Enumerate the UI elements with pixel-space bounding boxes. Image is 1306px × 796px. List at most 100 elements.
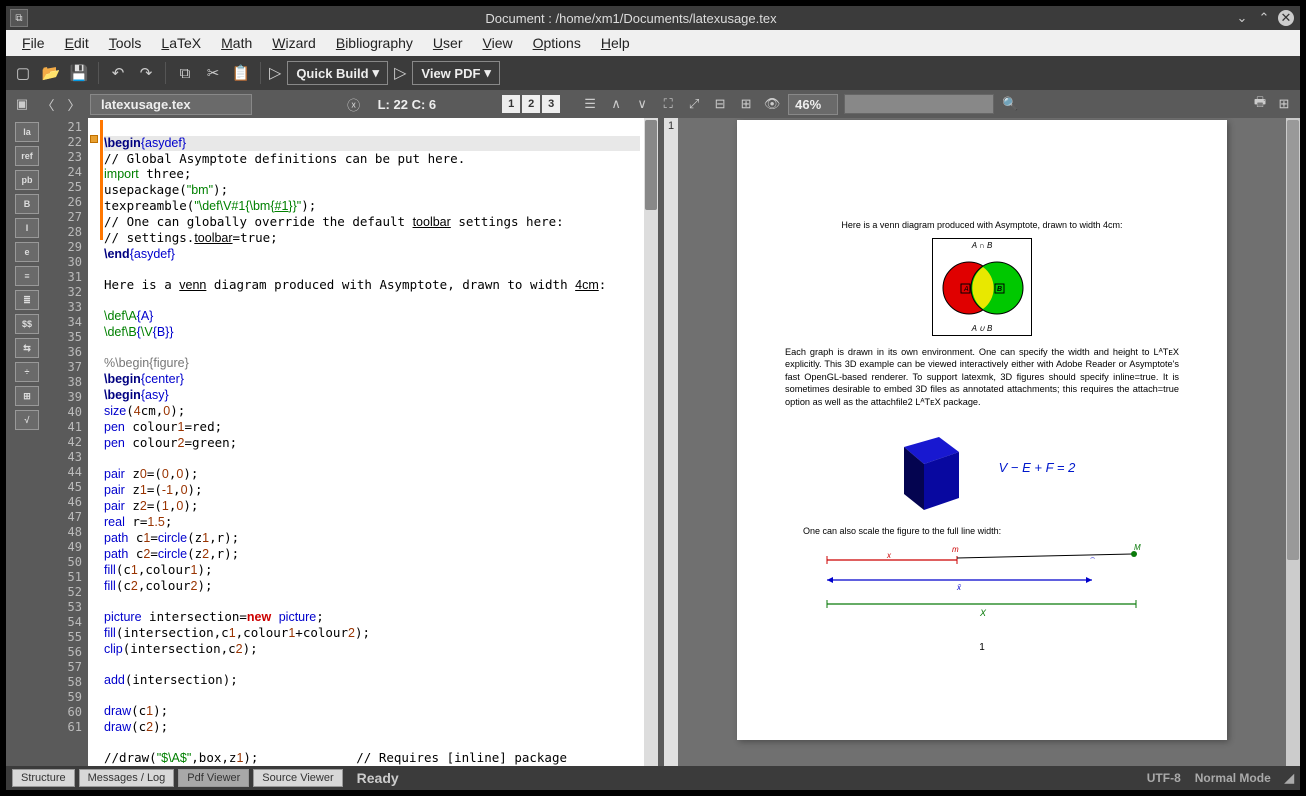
venn-top-label: A ∩ B [933, 241, 1031, 250]
nav-back-icon[interactable]: 〈 [38, 94, 58, 114]
line-gutter: 21 22 23 24 25 26 27 28 29 30 31 32 33 3… [48, 118, 88, 766]
encoding-label[interactable]: UTF-8 [1147, 771, 1181, 785]
undo-icon[interactable]: ↶ [107, 62, 129, 84]
pdf-page: Here is a venn diagram produced with Asy… [737, 120, 1227, 740]
svg-text:⌢: ⌢ [1090, 553, 1095, 562]
open-file-icon[interactable]: 📂 [40, 62, 62, 84]
panel-2-button[interactable]: 2 [522, 95, 540, 113]
titlebar: ⧉ Document : /home/xm1/Documents/latexus… [6, 6, 1300, 30]
eye-icon[interactable]: 👁 [762, 94, 782, 114]
settings-icon[interactable]: ⊞ [1274, 94, 1294, 114]
venn-bottom-label: A ∪ B [933, 324, 1031, 333]
zoom-in-icon[interactable]: ⊞ [736, 94, 756, 114]
secondary-toolbar: ▣ 〈 〉 latexusage.tex ⓧ L: 22 C: 6 1 2 3 … [6, 90, 1300, 118]
pdf-up-icon[interactable]: ∧ [606, 94, 626, 114]
cursor-position: L: 22 C: 6 [378, 97, 437, 112]
copy-icon[interactable]: ⧉ [174, 62, 196, 84]
pdf-scrollbar[interactable] [1286, 118, 1300, 766]
left-sidebar: la ref pb BIe ≡ ≣ $$ ⇆ ÷ ⊞ √ [6, 118, 48, 766]
source-viewer-button[interactable]: Source Viewer [253, 769, 342, 787]
sidebar-tool-2[interactable]: pb [15, 170, 39, 190]
pdf-viewer-button[interactable]: Pdf Viewer [178, 769, 249, 787]
close-button[interactable]: ✕ [1278, 10, 1294, 26]
nav-forward-icon[interactable]: 〉 [64, 94, 84, 114]
sidebar-tool-0[interactable]: la [15, 122, 39, 142]
svg-text:B: B [997, 286, 1002, 293]
sidebar-tool-3[interactable]: B [15, 194, 39, 214]
pdf-search-input[interactable] [844, 94, 994, 114]
structure-button[interactable]: Structure [12, 769, 75, 787]
panel-3-button[interactable]: 3 [542, 95, 560, 113]
zoom-level[interactable]: 46% [788, 94, 838, 115]
view-pdf-button[interactable]: View PDF ▾ [412, 61, 500, 85]
close-tab-icon[interactable]: ⓧ [344, 94, 364, 114]
pdf-page-indicator: 1 [664, 118, 678, 766]
sidebar-tool-7[interactable]: ≣ [15, 290, 39, 310]
venn-diagram: A ∩ B A B A ∪ B [932, 238, 1032, 336]
toc-icon[interactable]: ☰ [580, 94, 600, 114]
menu-options[interactable]: Options [525, 33, 589, 53]
cube-svg [889, 422, 969, 512]
menu-help[interactable]: Help [593, 33, 638, 53]
menu-latex[interactable]: LaTeX [153, 33, 209, 53]
svg-text:x: x [886, 551, 892, 560]
panel-1-button[interactable]: 1 [502, 95, 520, 113]
status-corner-icon: ◢ [1285, 771, 1294, 785]
print-icon[interactable]: 🖶 [1250, 94, 1270, 114]
code-editor[interactable]: \begin{asydef} // Global Asymptote defin… [100, 118, 644, 766]
change-marker [100, 120, 103, 240]
save-file-icon[interactable]: 💾 [68, 62, 90, 84]
menu-math[interactable]: Math [213, 33, 260, 53]
pdf-scrollbar-thumb[interactable] [1287, 120, 1299, 560]
sidebar-tool-10[interactable]: ÷ [15, 362, 39, 382]
maximize-button[interactable]: ⌃ [1256, 10, 1272, 26]
mode-label[interactable]: Normal Mode [1195, 771, 1271, 785]
fit-width-icon[interactable]: ⤢ [684, 94, 704, 114]
scrollbar-thumb[interactable] [645, 120, 657, 210]
view-play-icon[interactable]: ▷ [394, 63, 406, 83]
menu-file[interactable]: File [14, 33, 53, 53]
sidebar-tool-4[interactable]: I [15, 218, 39, 238]
pdf-caption-2: One can also scale the figure to the ful… [785, 526, 1179, 536]
messages-button[interactable]: Messages / Log [79, 769, 175, 787]
sidebar-tool-8[interactable]: $$ [15, 314, 39, 334]
sidebar-tool-6[interactable]: ≡ [15, 266, 39, 286]
sidebar-tool-1[interactable]: ref [15, 146, 39, 166]
sidebar-tool-9[interactable]: ⇆ [15, 338, 39, 358]
sidebar-tool-11[interactable]: ⊞ [15, 386, 39, 406]
menu-view[interactable]: View [474, 33, 520, 53]
pdf-viewport[interactable]: Here is a venn diagram produced with Asy… [678, 118, 1286, 766]
editor-scrollbar[interactable] [644, 118, 658, 766]
quick-build-button[interactable]: Quick Build ▾ [287, 61, 388, 85]
editor-area: 21 22 23 24 25 26 27 28 29 30 31 32 33 3… [48, 118, 658, 766]
menu-wizard[interactable]: Wizard [264, 33, 324, 53]
zoom-out-icon[interactable]: ⊟ [710, 94, 730, 114]
sidebar-tool-5[interactable]: e [15, 242, 39, 262]
euler-equation: V − E + F = 2 [999, 460, 1076, 475]
sidebar-tool-12[interactable]: √ [15, 410, 39, 430]
new-file-icon[interactable]: ▢ [12, 62, 34, 84]
app-icon: ⧉ [10, 9, 28, 27]
menu-edit[interactable]: Edit [57, 33, 97, 53]
fold-marker-icon[interactable] [90, 135, 98, 143]
bookmark-icon[interactable]: ▣ [12, 94, 32, 114]
cut-icon[interactable]: ✂ [202, 62, 224, 84]
svg-text:X: X [979, 608, 987, 618]
menubar: File Edit Tools LaTeX Math Wizard Biblio… [6, 30, 1300, 56]
venn-svg: A B [935, 253, 1031, 323]
menu-tools[interactable]: Tools [101, 33, 150, 53]
paste-icon[interactable]: 📋 [230, 62, 252, 84]
build-play-icon[interactable]: ▷ [269, 63, 281, 83]
menu-bibliography[interactable]: Bibliography [328, 33, 421, 53]
svg-text:m: m [952, 545, 959, 554]
pdf-down-icon[interactable]: ∨ [632, 94, 652, 114]
minimize-button[interactable]: ⌄ [1234, 10, 1250, 26]
search-icon[interactable]: 🔍 [1000, 94, 1020, 114]
menu-user[interactable]: User [425, 33, 471, 53]
marker-column [88, 118, 100, 766]
pdf-page-number: 1 [785, 642, 1179, 653]
redo-icon[interactable]: ↷ [135, 62, 157, 84]
fit-page-icon[interactable]: ⛶ [658, 94, 678, 114]
svg-text:x̄: x̄ [956, 583, 962, 592]
file-tab[interactable]: latexusage.tex [90, 94, 252, 115]
